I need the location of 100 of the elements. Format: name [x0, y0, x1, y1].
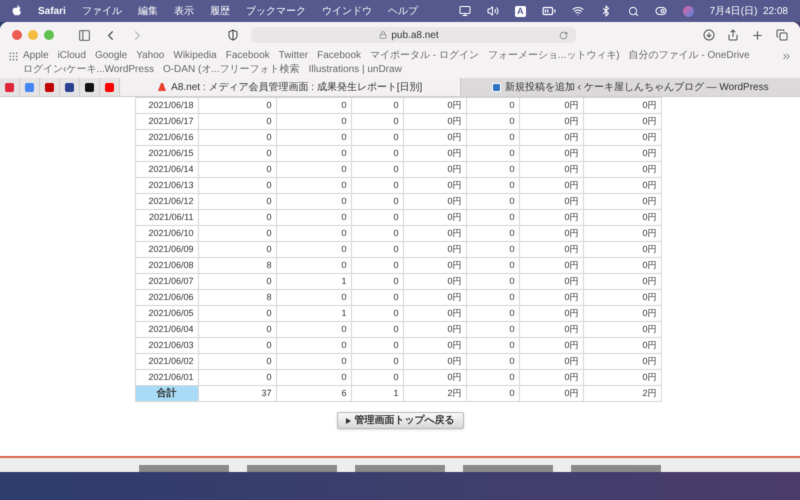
table-cell: 0円 [583, 306, 661, 322]
bookmark-link[interactable]: 自分のファイル - OneDrive [628, 49, 750, 63]
bookmark-link[interactable]: Facebook [226, 49, 270, 63]
menu-item[interactable]: ヘルプ [388, 4, 418, 18]
pinned-tab[interactable] [60, 78, 80, 96]
table-cell: 0円 [403, 322, 466, 338]
reload-icon[interactable] [559, 30, 568, 40]
new-tab-icon[interactable] [751, 28, 764, 42]
menu-item[interactable]: 表示 [174, 4, 194, 18]
table-cell: 0円 [583, 194, 661, 210]
table-cell: 0 [198, 370, 276, 386]
menu-item[interactable]: ブックマーク [246, 4, 306, 18]
table-cell: 0 [198, 242, 276, 258]
table-cell: 0円 [519, 114, 583, 130]
table-cell: 1 [351, 386, 403, 402]
table-cell: 0円 [583, 210, 661, 226]
back-to-top-button[interactable]: 管理画面トップへ戻る [336, 412, 464, 429]
table-cell: 0円 [519, 130, 583, 146]
control-center-icon[interactable] [654, 5, 667, 17]
pinned-tab[interactable] [80, 78, 100, 96]
table-cell: 0円 [583, 162, 661, 178]
bookmark-link[interactable]: Wikipedia [173, 49, 217, 63]
apps-grid-icon[interactable] [8, 51, 19, 62]
play-icon [346, 418, 350, 424]
table-cell: 0 [276, 210, 351, 226]
table-cell: 0 [351, 146, 403, 162]
date-cell: 2021/06/18 [135, 98, 198, 114]
table-cell: 0円 [583, 258, 661, 274]
browser-tab[interactable]: A8.net : メディア会員管理画面 : 成果発生レポート[日別] [120, 78, 460, 96]
app-menu[interactable]: Safari [38, 4, 66, 18]
table-cell: 0円 [403, 306, 466, 322]
table-cell: 0円 [403, 98, 466, 114]
table-cell: 0円 [403, 290, 466, 306]
date-cell: 2021/06/05 [135, 306, 198, 322]
date-cell: 2021/06/04 [135, 322, 198, 338]
menu-item[interactable]: 編集 [138, 4, 158, 18]
bookmark-link[interactable]: O-DAN (オ...フリーフォト検索 [162, 63, 300, 77]
table-cell: 0円 [403, 338, 466, 354]
table-cell: 0 [276, 338, 351, 354]
volume-icon[interactable] [487, 5, 500, 17]
bookmark-link[interactable]: Facebook [317, 49, 362, 63]
table-cell: 0円 [403, 210, 466, 226]
bookmark-link[interactable]: ログイン‹ケーキ...WordPress [23, 63, 154, 77]
table-cell: 0 [276, 194, 351, 210]
table-cell: 0 [198, 162, 276, 178]
battery-icon[interactable] [542, 4, 556, 18]
download-icon[interactable] [703, 29, 715, 41]
clock[interactable]: 7月4日(日) 22:08 [710, 4, 788, 18]
menu-item[interactable]: ファイル [82, 4, 122, 18]
date-cell: 2021/06/16 [135, 130, 198, 146]
share-icon[interactable] [727, 29, 739, 41]
bookmark-link[interactable]: iCloud [58, 49, 86, 63]
bookmark-link[interactable]: Illustrations | unDraw [308, 63, 402, 77]
table-cell: 0 [276, 370, 351, 386]
menu-item[interactable]: 履歴 [210, 4, 230, 18]
table-cell: 0円 [519, 354, 583, 370]
tab-title: 新規投稿を追加 ‹ ケーキ屋しんちゃんブログ — WordPress [504, 80, 769, 94]
bookmark-link[interactable]: Apple [23, 49, 49, 63]
table-cell: 0円 [519, 162, 583, 178]
table-cell: 0円 [403, 194, 466, 210]
table-cell: 0円 [583, 146, 661, 162]
table-cell: 0円 [583, 290, 661, 306]
date-cell: 2021/06/12 [135, 194, 198, 210]
table-cell: 1 [276, 306, 351, 322]
sidebar-icon[interactable] [78, 28, 91, 42]
table-cell: 0 [351, 114, 403, 130]
table-cell: 0 [351, 306, 403, 322]
input-source-icon[interactable]: A [515, 6, 526, 16]
apple-logo-icon[interactable] [12, 5, 22, 17]
address-field[interactable]: pub.a8.net [251, 27, 576, 43]
bookmark-link[interactable]: マイポータル - ログイン [370, 49, 479, 63]
table-cell: 0円 [403, 370, 466, 386]
table-cell: 0 [351, 274, 403, 290]
table-cell: 0 [198, 210, 276, 226]
table-cell: 0 [198, 194, 276, 210]
tab-overview-icon[interactable] [776, 29, 788, 41]
table-cell: 0 [466, 210, 519, 226]
more-bookmarks-icon[interactable] [781, 51, 792, 62]
table-cell: 0円 [519, 306, 583, 322]
bookmark-link[interactable]: フォーメーショ...ットウィキ) [488, 49, 620, 63]
display-icon[interactable] [459, 5, 472, 17]
bookmark-link[interactable]: Twitter [278, 49, 308, 63]
table-cell: 0 [466, 242, 519, 258]
date-cell: 2021/06/17 [135, 114, 198, 130]
bookmark-link[interactable]: Yahoo [136, 49, 164, 63]
table-cell: 0 [351, 354, 403, 370]
table-cell: 0 [351, 242, 403, 258]
table-cell: 0 [276, 242, 351, 258]
table-cell: 0円 [583, 178, 661, 194]
bookmark-link[interactable]: Google [94, 49, 128, 63]
table-cell: 0 [351, 178, 403, 194]
table-cell: 0 [351, 290, 403, 306]
close-button[interactable] [12, 30, 22, 40]
privacy-shield-icon[interactable] [227, 29, 239, 41]
table-cell: 0円 [403, 258, 466, 274]
table-cell: 0円 [519, 242, 583, 258]
menu-item[interactable]: ウインドウ [322, 4, 372, 18]
table-cell: 0円 [583, 274, 661, 290]
search-icon[interactable] [628, 6, 639, 16]
table-cell: 0 [466, 306, 519, 322]
